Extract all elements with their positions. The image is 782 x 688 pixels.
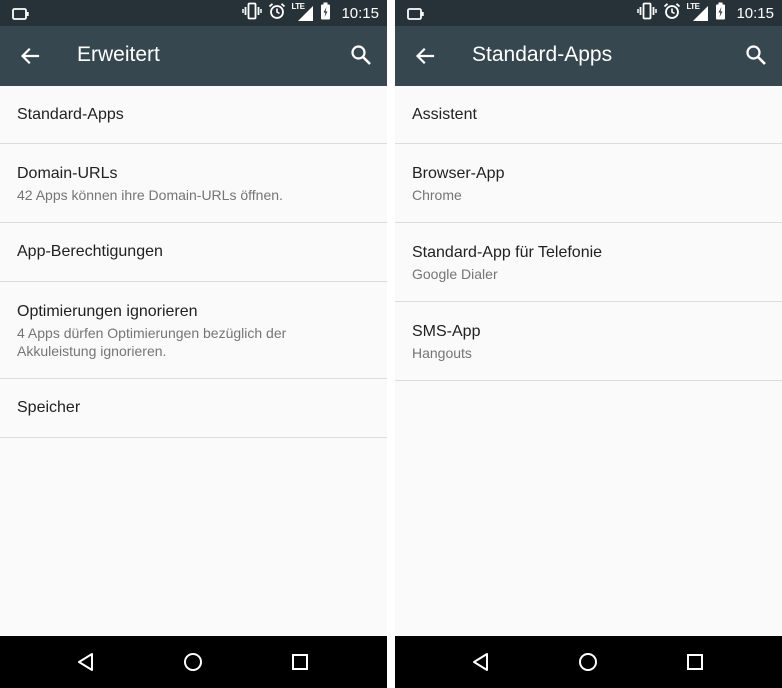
item-title: SMS-App — [412, 323, 481, 340]
item-subtitle: 4 Apps dürfen Optimierungen bezüglich de… — [17, 325, 287, 359]
signal-icon: LTE — [686, 2, 709, 22]
nav-back-icon[interactable] — [74, 650, 98, 674]
nav-home-icon[interactable] — [181, 650, 205, 674]
toolbar: Erweitert — [0, 26, 387, 86]
battery-saver-icon — [12, 7, 30, 25]
search-icon[interactable] — [349, 43, 373, 67]
list-item-assistant[interactable]: Assistent — [395, 86, 782, 144]
item-subtitle: Hangouts — [412, 345, 472, 361]
navigation-bar — [0, 636, 387, 688]
battery-saver-icon — [407, 7, 425, 25]
screen-standard-apps: LTE 10:15 Standard-Apps Assistent Browse… — [395, 0, 782, 688]
page-title: Erweitert — [77, 43, 160, 66]
item-title: Assistent — [412, 106, 477, 123]
toolbar: Standard-Apps — [395, 26, 782, 86]
list-item-sms-app[interactable]: SMS-App Hangouts — [395, 302, 782, 381]
list-item-phone-app[interactable]: Standard-App für Telefonie Google Dialer — [395, 223, 782, 302]
navigation-bar — [395, 636, 782, 688]
page-title: Standard-Apps — [472, 43, 613, 66]
list-item-standard-apps[interactable]: Standard-Apps — [0, 86, 387, 144]
signal-icon: LTE — [291, 2, 314, 22]
item-title: Standard-App für Telefonie — [412, 244, 603, 261]
status-time: 10:15 — [341, 4, 379, 22]
battery-icon — [715, 2, 726, 25]
status-bar: LTE 10:15 — [0, 0, 387, 26]
search-icon[interactable] — [744, 43, 768, 67]
item-title: Browser-App — [412, 165, 505, 182]
item-title: Speicher — [17, 399, 81, 416]
list-item-ignore-optimizations[interactable]: Optimierungen ignorieren 4 Apps dürfen O… — [0, 282, 387, 379]
default-apps-list: Assistent Browser-App Chrome Standard-Ap… — [395, 86, 782, 381]
nav-recents-icon[interactable] — [683, 650, 707, 674]
nav-back-icon[interactable] — [469, 650, 493, 674]
status-time: 10:15 — [736, 4, 774, 22]
nav-home-icon[interactable] — [576, 650, 600, 674]
item-subtitle: Chrome — [412, 187, 462, 203]
vibrate-icon — [637, 2, 658, 25]
alarm-icon — [663, 2, 681, 25]
list-item-storage[interactable]: Speicher — [0, 379, 387, 438]
back-arrow-icon[interactable] — [413, 44, 437, 68]
item-title: Standard-Apps — [17, 106, 124, 123]
screen-erweitert: LTE 10:15 Erweitert Standard-Apps Domain… — [0, 0, 387, 688]
item-title: Optimierungen ignorieren — [17, 303, 198, 320]
vibrate-icon — [242, 2, 263, 25]
alarm-icon — [268, 2, 286, 25]
back-arrow-icon[interactable] — [18, 44, 42, 68]
settings-list: Standard-Apps Domain-URLs 42 Apps können… — [0, 86, 387, 438]
status-bar: LTE 10:15 — [395, 0, 782, 26]
item-subtitle: 42 Apps können ihre Domain-URLs öffnen. — [17, 187, 283, 203]
list-item-domain-urls[interactable]: Domain-URLs 42 Apps können ihre Domain-U… — [0, 144, 387, 223]
nav-recents-icon[interactable] — [288, 650, 312, 674]
item-title: App-Berechtigungen — [17, 243, 163, 260]
battery-icon — [320, 2, 331, 25]
list-item-browser-app[interactable]: Browser-App Chrome — [395, 144, 782, 223]
item-title: Domain-URLs — [17, 165, 118, 182]
item-subtitle: Google Dialer — [412, 266, 498, 282]
list-item-app-permissions[interactable]: App-Berechtigungen — [0, 223, 387, 282]
